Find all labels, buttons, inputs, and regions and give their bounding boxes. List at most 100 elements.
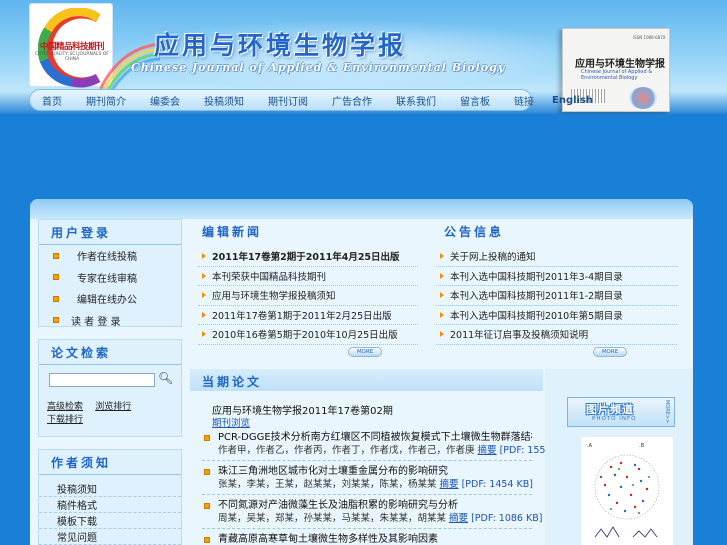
nav-item-links[interactable]: 链接 (502, 93, 546, 108)
search-input[interactable] (49, 373, 155, 387)
cover-issn: ISSN 1006-687X (633, 35, 666, 40)
notice-more-button[interactable]: MORE (593, 347, 627, 357)
article-item: 珠江三角洲地区城市化对土壤重金属分布的影响研究 张某，李某，王某，赵某某，刘某某… (202, 465, 533, 495)
article-title[interactable]: PCR-DGGE技术分析南方红壤区不同植被恢复模式下土壤微生物群落结构特征研究 (202, 431, 532, 444)
search-links: 高级检索 浏览排行 下载排行 (47, 399, 167, 425)
article-title[interactable]: 不同氮源对产油微藻生长及油脂积累的影响研究与分析 (202, 499, 532, 512)
nav-item-submission[interactable]: 投稿须知 (192, 93, 256, 108)
login-item-label: 编辑在线办公 (77, 295, 137, 307)
journal-title-en: Chinese Journal of Applied & Environment… (131, 61, 506, 74)
news-item[interactable]: 2011年17卷第2期于2011年4月25日出版 (198, 247, 418, 267)
author-item-faq[interactable]: 常见问题 (39, 529, 181, 545)
notice-item[interactable]: 本刊入选中国科技期刊2011年3-4期目录 (436, 267, 677, 286)
main-top-bar (30, 199, 693, 219)
login-item-reviewer[interactable]: 专家在线审稿 (39, 267, 181, 289)
notice-item-label: 本刊入选中国科技期刊2011年3-4期目录 (450, 271, 623, 283)
current-issue-title: 当期论文 (202, 375, 263, 389)
news-item[interactable]: 应用与环境生物学报投稿须知 (198, 286, 418, 306)
bullet-icon (53, 317, 59, 324)
cover-emblem (629, 87, 657, 109)
news-panel: 编辑新闻 2011年17卷第2期于2011年4月25日出版 本刊荣获中国精品科技… (190, 219, 428, 369)
picture-more-link[interactable]: MORE>> (664, 400, 670, 423)
notice-item[interactable]: 2011年征订启事及投稿须知说明 (436, 325, 677, 345)
svg-text:.B: .B (639, 443, 645, 449)
bullet-icon (204, 469, 210, 475)
article-authors: 周某，吴某，郑某，孙某某，马某某，朱某某，胡某某 (218, 513, 447, 524)
arrow-bullet-icon (440, 311, 444, 318)
login-item-label: 专家在线审稿 (77, 273, 137, 285)
search-icon[interactable]: 🔍︎ (158, 371, 173, 385)
figure-scatter-icon: .A .B (587, 443, 660, 538)
search-panel-title: 论文检索 (39, 340, 181, 365)
notice-item-label: 关于网上投稿的通知 (450, 252, 536, 264)
cover-title: 应用与环境生物学报 (575, 59, 665, 70)
featured-figure-image[interactable]: .A .B (581, 437, 673, 545)
login-item-editor[interactable]: 编辑在线办公 (39, 288, 181, 310)
svg-text:.A: .A (587, 443, 593, 449)
main-nav: 首页 期刊简介 编委会 投稿须知 期刊订阅 广告合作 联系我们 留言板 链接 E… (29, 89, 593, 111)
login-item-author[interactable]: 作者在线投稿 (39, 245, 181, 267)
abstract-link[interactable]: 摘要 (440, 479, 459, 490)
cover-subtitle: Chinese Journal of Applied & Environment… (581, 69, 653, 81)
news-item-label: 应用与环境生物学报投稿须知 (212, 291, 336, 303)
nav-item-advertising[interactable]: 广告合作 (320, 93, 384, 108)
arrow-bullet-icon (440, 331, 444, 338)
article-title[interactable]: 珠江三角洲地区城市化对土壤重金属分布的影响研究 (202, 465, 532, 478)
news-item[interactable]: 2010年16卷第5期于2010年10月25日出版 (198, 325, 418, 345)
article-item: PCR-DGGE技术分析南方红壤区不同植被恢复模式下土壤微生物群落结构特征研究 … (202, 431, 571, 461)
news-list: 2011年17卷第2期于2011年4月25日出版 本刊荣获中国精品科技期刊 应用… (198, 247, 418, 345)
issue-browse-link[interactable]: 期刊浏览 (212, 415, 250, 429)
notice-item[interactable]: 本刊入选中国科技期刊2011年1-2期目录 (436, 286, 677, 306)
notice-item[interactable]: 关于网上投稿的通知 (436, 247, 677, 267)
abstract-link[interactable]: 摘要 (478, 445, 497, 456)
pdf-link[interactable]: [PDF: 1086 KB] (471, 513, 542, 524)
notice-item-label: 本刊入选中国科技期刊2011年1-2期目录 (450, 291, 623, 303)
download-ranking-link[interactable]: 下载排行 (47, 412, 92, 425)
bullet-icon (53, 252, 59, 259)
left-sidebar: 用户登录 作者在线投稿 专家在线审稿 编辑在线办公 读 者 登 录 论文检索 🔍… (38, 219, 182, 545)
nav-item-guestbook[interactable]: 留言板 (448, 93, 502, 108)
nav-item-subscribe[interactable]: 期刊订阅 (256, 93, 320, 108)
article-item: 青藏高原高寒草甸土壤微生物多样性及其影响因素 (202, 533, 532, 545)
author-item-format[interactable]: 稿件格式 (39, 497, 181, 513)
notice-panel: 公告信息 关于网上投稿的通知 本刊入选中国科技期刊2011年3-4期目录 本刊入… (430, 219, 693, 369)
notice-item-label: 2011年征订启事及投稿须知说明 (450, 330, 589, 342)
advanced-search-link[interactable]: 高级检索 (47, 399, 92, 412)
login-item-reader[interactable]: 读 者 登 录 (39, 310, 181, 332)
author-panel-title: 作者须知 (39, 450, 181, 475)
article-meta: 作者甲，作者乙，作者丙，作者丁，作者戊，作者己，作者庚 摘要 [PDF: 155… (202, 444, 571, 457)
login-panel: 用户登录 作者在线投稿 专家在线审稿 编辑在线办公 读 者 登 录 (38, 219, 182, 328)
nav-item-contact[interactable]: 联系我们 (384, 93, 448, 108)
bullet-icon (204, 435, 210, 441)
arrow-bullet-icon (440, 272, 444, 279)
news-item[interactable]: 本刊荣获中国精品科技期刊 (198, 267, 418, 286)
abstract-link[interactable]: 摘要 (449, 513, 468, 524)
news-more-button[interactable]: MORE (348, 347, 382, 357)
article-title[interactable]: 青藏高原高寒草甸土壤微生物多样性及其影响因素 (202, 533, 532, 545)
login-item-label: 读 者 登 录 (71, 316, 121, 328)
current-issue-title-bar: 当期论文 (190, 369, 543, 391)
author-item-guidelines[interactable]: 投稿须知 (39, 481, 181, 497)
news-item[interactable]: 2011年17卷第1期于2011年2月25日出版 (198, 306, 418, 325)
site-header: 中国精品科技期刊 CSTD QUALITY SCI JOURNALS OF CH… (0, 0, 727, 114)
picture-channel-badge[interactable]: 图片频道 PHOTO INFO MORE>> (567, 397, 675, 427)
journal-title-cn: 应用与环境生物学报 (154, 31, 407, 60)
arrow-bullet-icon (202, 331, 206, 338)
browse-ranking-link[interactable]: 浏览排行 (95, 399, 140, 412)
author-item-template[interactable]: 模板下载 (39, 513, 181, 529)
article-authors: 张某，李某，王某，赵某某，刘某某，陈某，杨某某 (218, 479, 437, 490)
nav-item-about[interactable]: 期刊简介 (74, 93, 138, 108)
arrow-bullet-icon (202, 272, 206, 279)
notice-item[interactable]: 本刊入选中国科技期刊2010年第5期目录 (436, 306, 677, 325)
nav-item-editorial-board[interactable]: 编委会 (138, 93, 192, 108)
main-content: 用户登录 作者在线投稿 专家在线审稿 编辑在线办公 读 者 登 录 论文检索 🔍… (30, 199, 693, 545)
nav-item-english[interactable]: English (546, 95, 605, 106)
nav-item-home[interactable]: 首页 (30, 93, 74, 108)
article-authors: 作者甲，作者乙，作者丙，作者丁，作者戊，作者己，作者庚 (218, 445, 475, 456)
notice-panel-title: 公告信息 (444, 225, 505, 239)
author-panel: 作者须知 投稿须知 稿件格式 模板下载 常见问题 (38, 449, 182, 545)
pdf-link[interactable]: [PDF: 1454 KB] (462, 479, 533, 490)
picture-channel-title: 图片频道 (586, 403, 634, 416)
news-item-label: 2011年17卷第1期于2011年2月25日出版 (212, 310, 392, 322)
bullet-icon (53, 274, 59, 281)
